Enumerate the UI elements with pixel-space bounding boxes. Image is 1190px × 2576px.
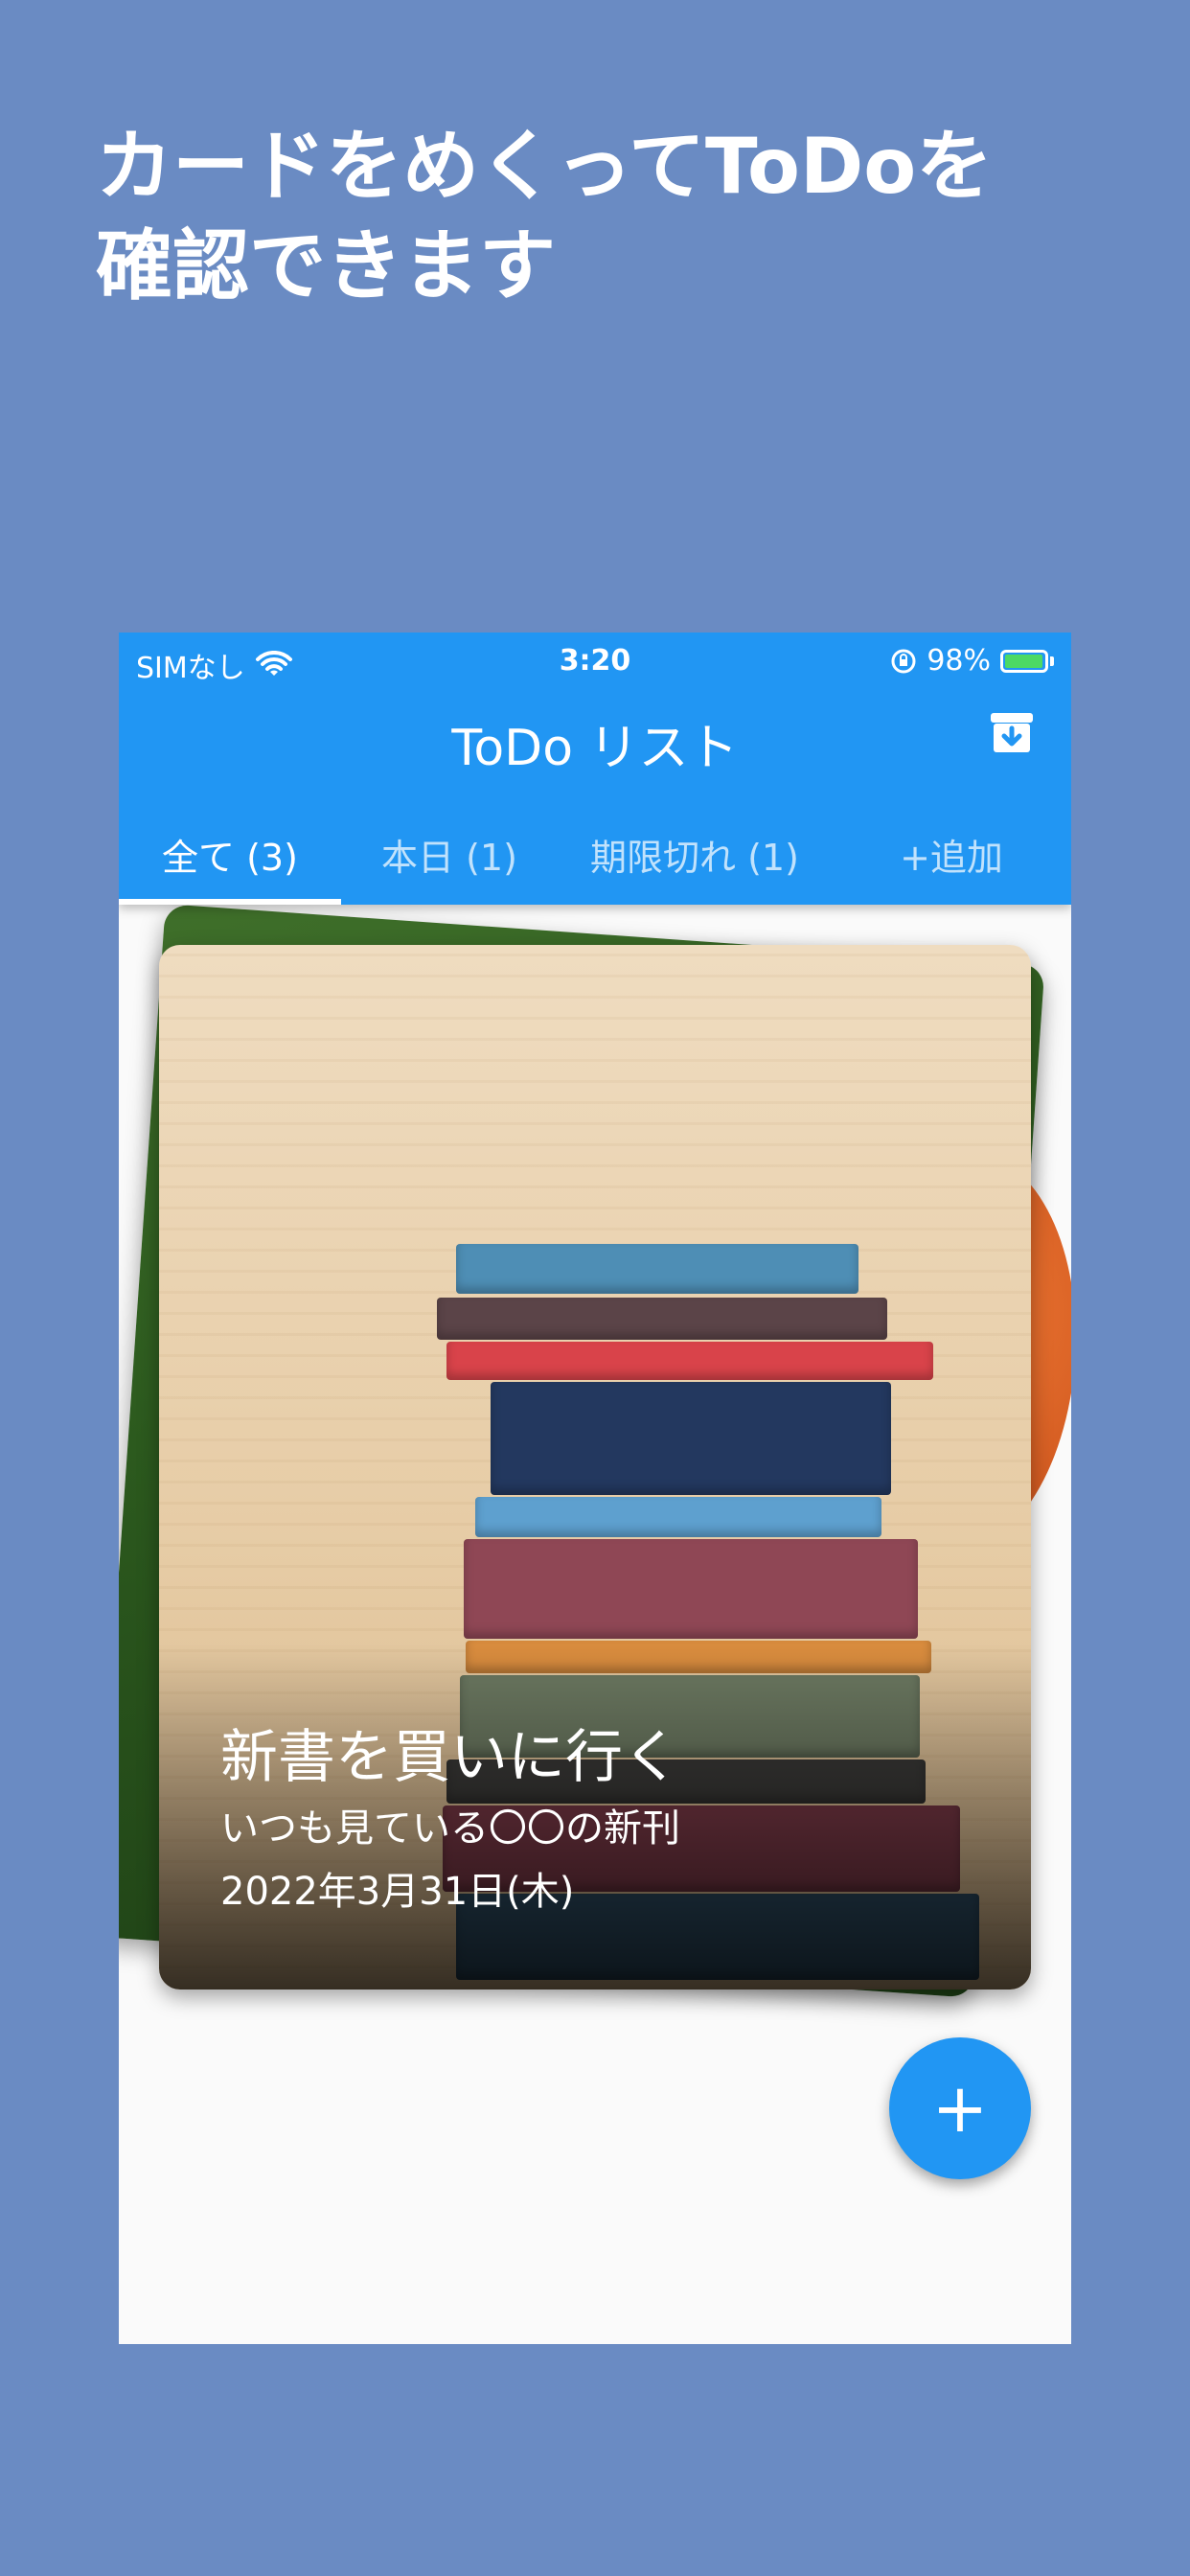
page-title: ToDo リスト [451,720,739,777]
card-title: 新書を買いに行く [220,1724,680,1791]
headline-line-1: カードをめくってToDoを [96,122,994,211]
archive-button[interactable] [987,707,1037,757]
tab-overdue[interactable]: 期限切れ (1) [558,803,832,905]
card-date: 2022年3月31日(木) [220,1870,575,1914]
tab-add[interactable]: +追加 [832,803,1071,905]
battery-percent: 98% [927,644,991,678]
headline: カードをめくってToDoを 確認できます [96,117,993,316]
todo-card[interactable]: 新書を買いに行く いつも見ている〇〇の新刊 2022年3月31日(木) [159,945,1031,1990]
tab-all[interactable]: 全て (3) [119,803,341,905]
headline-line-2: 確認できます [96,221,556,310]
card-subtitle: いつも見ている〇〇の新刊 [220,1806,680,1851]
app-bar: SIMなし 3:20 98% ToDo リスト 全て (3) 本日 (1) 期限… [119,632,1071,905]
orientation-lock-icon [891,649,916,673]
tab-today[interactable]: 本日 (1) [341,803,558,905]
status-bar: SIMなし 3:20 98% [119,632,1071,686]
tab-bar: 全て (3) 本日 (1) 期限切れ (1) +追加 [119,803,1071,905]
card-stack: 新書を買いに行く いつも見ている〇〇の新刊 2022年3月31日(木) [119,904,1071,2150]
phone-screen: SIMなし 3:20 98% ToDo リスト 全て (3) 本日 (1) 期限… [119,632,1071,2344]
battery-icon [1000,649,1048,673]
archive-download-icon [991,713,1033,752]
add-todo-button[interactable]: + [889,2037,1031,2179]
